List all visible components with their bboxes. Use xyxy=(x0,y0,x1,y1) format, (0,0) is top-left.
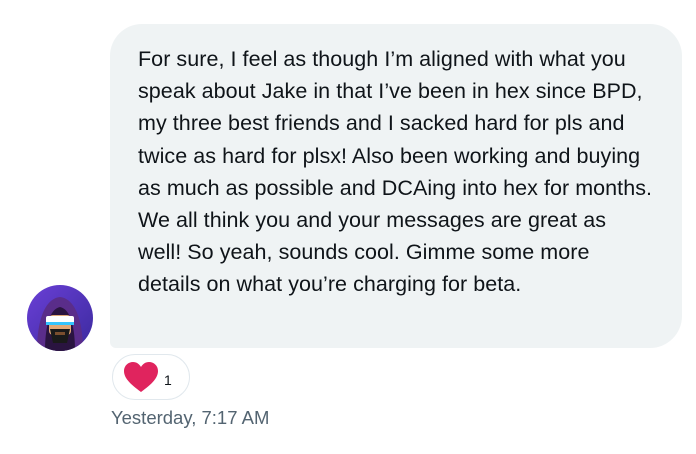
dm-conversation: For sure, I feel as though I’m aligned w… xyxy=(0,0,696,454)
message-bubble[interactable]: For sure, I feel as though I’m aligned w… xyxy=(110,24,682,348)
reaction-count: 1 xyxy=(164,372,172,388)
avatar[interactable] xyxy=(27,285,93,351)
message-timestamp: Yesterday, 7:17 AM xyxy=(111,407,270,428)
heart-icon xyxy=(124,362,158,392)
avatar-image xyxy=(27,285,93,351)
message-text: For sure, I feel as though I’m aligned w… xyxy=(138,47,653,297)
reaction-button[interactable]: 1 xyxy=(112,354,190,400)
